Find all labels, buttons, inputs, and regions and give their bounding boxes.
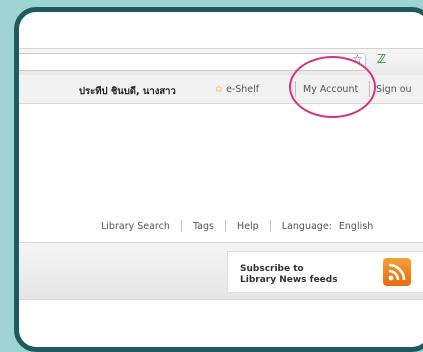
library-search-link[interactable]: Library Search [101,221,170,232]
divider [180,220,182,232]
rss-line-1: Subscribe to [240,264,304,274]
nav-links: Library Search Tags Help Language: Engli… [101,220,373,232]
rss-line-2: Library News feeds [240,275,338,285]
help-link[interactable]: Help [237,221,259,232]
sign-out-link[interactable]: Sign ou [376,84,412,95]
divider [269,220,271,232]
extension-icon[interactable]: ℤ [377,52,386,66]
eshelf-link[interactable]: ✩ e-Shelf [215,84,259,95]
tags-link[interactable]: Tags [193,221,214,232]
rss-text: Subscribe to Library News feeds [240,264,338,286]
user-name: ประทีป ชินบดี, นางสาว [79,86,176,97]
rss-subscribe-box[interactable]: Subscribe to Library News feeds [227,251,423,293]
language-label: Language: [281,220,332,232]
highlight-circle [289,56,376,118]
divider [225,220,227,232]
content-band: Subscribe to Library News feeds [19,242,423,300]
screenshot-frame: ☆ ℤ ประทีป ชินบดี, นางสาว ✩ e-Shelf My Ac… [14,7,423,352]
rss-icon[interactable] [383,258,411,286]
eshelf-label: e-Shelf [225,84,260,95]
language-selector[interactable]: English [339,221,373,232]
eshelf-star-icon: ✩ [215,84,223,95]
